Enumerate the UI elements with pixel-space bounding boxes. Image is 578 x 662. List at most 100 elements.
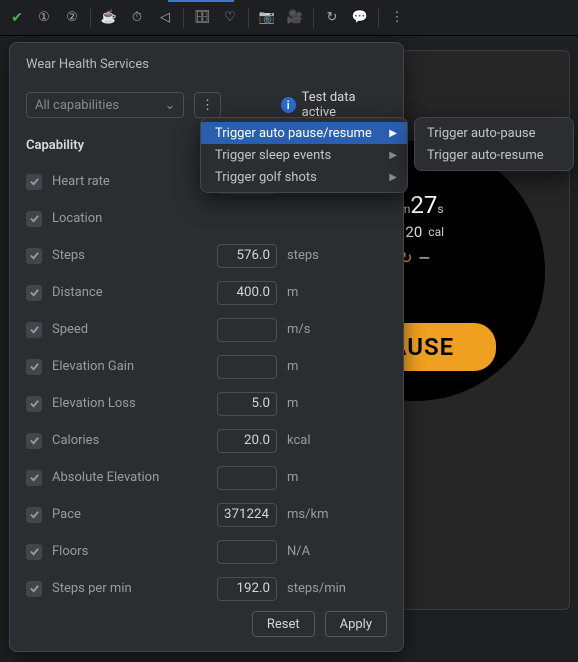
lap-line: ↻—: [400, 245, 430, 271]
capability-unit: m/s: [287, 322, 310, 337]
capability-value-input[interactable]: [217, 318, 277, 342]
menu-item-label: Trigger auto-pause: [427, 126, 535, 141]
capability-row: Distancem: [26, 274, 387, 311]
more-icon[interactable]: ⋮: [385, 6, 409, 30]
menu-item-label: Trigger auto pause/resume: [215, 126, 372, 141]
doc-icon[interactable]: 🗄: [190, 6, 214, 30]
toolbar-divider: [313, 8, 314, 28]
capability-label: Steps: [52, 248, 217, 263]
seconds-suffix: s: [437, 202, 443, 216]
capability-label: Calories: [52, 433, 217, 448]
panel-footer: Reset Apply: [252, 611, 387, 637]
capability-checkbox[interactable]: [26, 174, 42, 190]
toolbar-divider: [183, 8, 184, 28]
status-indicator: i Test data active: [281, 90, 387, 120]
toolbar-divider: [90, 8, 91, 28]
capability-row: Calories kcal: [26, 422, 387, 459]
seconds-value: 27: [410, 191, 437, 219]
toolbar-divider: [378, 8, 379, 28]
capability-label: Location: [52, 211, 217, 226]
capability-value-input[interactable]: [217, 540, 277, 564]
capability-label: Floors: [52, 544, 217, 559]
clock-icon[interactable]: ⏱: [125, 6, 149, 30]
capability-row: Elevation Gain m: [26, 348, 387, 385]
play-icon[interactable]: ◁: [153, 6, 177, 30]
capability-checkbox[interactable]: [26, 581, 42, 597]
submenu-item-auto-resume[interactable]: Trigger auto-resume: [415, 144, 573, 166]
capability-row: Steps per minsteps/min: [26, 570, 387, 607]
capability-list: Heart ratebpmLocationStepsstepsDistancem…: [26, 163, 387, 607]
capability-value-input[interactable]: [217, 466, 277, 490]
capability-row: Floors N/A: [26, 533, 387, 570]
run-check-icon[interactable]: ✔: [6, 10, 28, 26]
capability-checkbox[interactable]: [26, 359, 42, 375]
toolbar-divider: [248, 8, 249, 28]
submenu-arrow-icon: ▶: [389, 128, 397, 139]
capability-row: Elevation Loss m: [26, 385, 387, 422]
console-icon[interactable]: 💬: [348, 6, 372, 30]
toolbar-icon-c1[interactable]: ①: [32, 6, 56, 30]
capability-label: Speed: [52, 322, 217, 337]
toolbar-icon-c2[interactable]: ②: [60, 6, 84, 30]
select-label: All capabilities: [35, 98, 119, 113]
cup-icon[interactable]: ☕: [97, 6, 121, 30]
calories-unit: cal: [428, 225, 444, 239]
capability-value-input[interactable]: [217, 244, 277, 268]
menu-item-auto-pause-resume[interactable]: Trigger auto pause/resume ▶: [201, 122, 407, 144]
capability-row: Location: [26, 200, 387, 237]
capability-row: Absolute Elevation m: [26, 459, 387, 496]
submenu-item-auto-pause[interactable]: Trigger auto-pause: [415, 122, 573, 144]
capability-checkbox[interactable]: [26, 322, 42, 338]
capability-checkbox[interactable]: [26, 396, 42, 412]
status-text: Test data active: [302, 90, 387, 120]
main-toolbar: ✔ ① ② ☕ ⏱ ◁ 🗄 ♡ 📷 🎥 ↻ 💬 ⋮: [0, 0, 578, 36]
capability-unit: ms/km: [287, 507, 328, 522]
capability-value-input[interactable]: [217, 503, 277, 527]
refresh-icon[interactable]: ↻: [320, 6, 344, 30]
panel-title: Wear Health Services: [26, 57, 387, 72]
camera-icon[interactable]: 📷: [255, 6, 279, 30]
menu-item-label: Trigger auto-resume: [427, 148, 544, 163]
capability-label: Elevation Gain: [52, 359, 217, 374]
capability-label: Elevation Loss: [52, 396, 217, 411]
capability-row: Pacems/km: [26, 496, 387, 533]
capability-label: Absolute Elevation: [52, 470, 217, 485]
capability-checkbox[interactable]: [26, 470, 42, 486]
capability-checkbox[interactable]: [26, 285, 42, 301]
overflow-menu-button[interactable]: ⋮: [194, 92, 220, 118]
capability-unit: m: [287, 470, 298, 485]
capabilities-select[interactable]: All capabilities ⌄: [26, 92, 184, 118]
menu-item-label: Trigger golf shots: [215, 170, 317, 185]
apply-button[interactable]: Apply: [325, 611, 387, 637]
capability-label: Heart rate: [52, 174, 217, 189]
capability-checkbox[interactable]: [26, 211, 42, 227]
capability-checkbox[interactable]: [26, 544, 42, 560]
capability-checkbox[interactable]: [26, 248, 42, 264]
menu-item-sleep-events[interactable]: Trigger sleep events▶: [201, 144, 407, 166]
reset-button[interactable]: Reset: [252, 611, 315, 637]
active-tab-indicator: [168, 0, 234, 2]
capability-unit: N/A: [287, 544, 310, 559]
capability-value-input[interactable]: [217, 281, 277, 305]
menu-item-golf-shots[interactable]: Trigger golf shots ▶: [201, 166, 407, 188]
capability-unit: m: [287, 396, 298, 411]
capability-value-input[interactable]: [217, 355, 277, 379]
capability-checkbox[interactable]: [26, 507, 42, 523]
lap-value: —: [418, 249, 430, 267]
video-icon[interactable]: 🎥: [283, 6, 307, 30]
capability-label: Distance: [52, 285, 217, 300]
capability-value-input[interactable]: [217, 577, 277, 601]
capability-unit: kcal: [287, 433, 311, 448]
trigger-submenu[interactable]: Trigger auto-pause Trigger auto-resume: [414, 117, 574, 171]
calories-value: 20: [405, 223, 422, 241]
capability-label: Steps per min: [52, 581, 217, 596]
heart-icon[interactable]: ♡: [218, 6, 242, 30]
capability-row: Stepssteps: [26, 237, 387, 274]
capability-value-input[interactable]: [217, 392, 277, 416]
submenu-arrow-icon: ▶: [389, 172, 397, 183]
capability-unit: m: [287, 359, 298, 374]
menu-item-label: Trigger sleep events: [215, 148, 331, 163]
capability-value-input[interactable]: [217, 429, 277, 453]
trigger-menu[interactable]: Trigger auto pause/resume ▶ Trigger sleep…: [200, 117, 408, 193]
capability-checkbox[interactable]: [26, 433, 42, 449]
